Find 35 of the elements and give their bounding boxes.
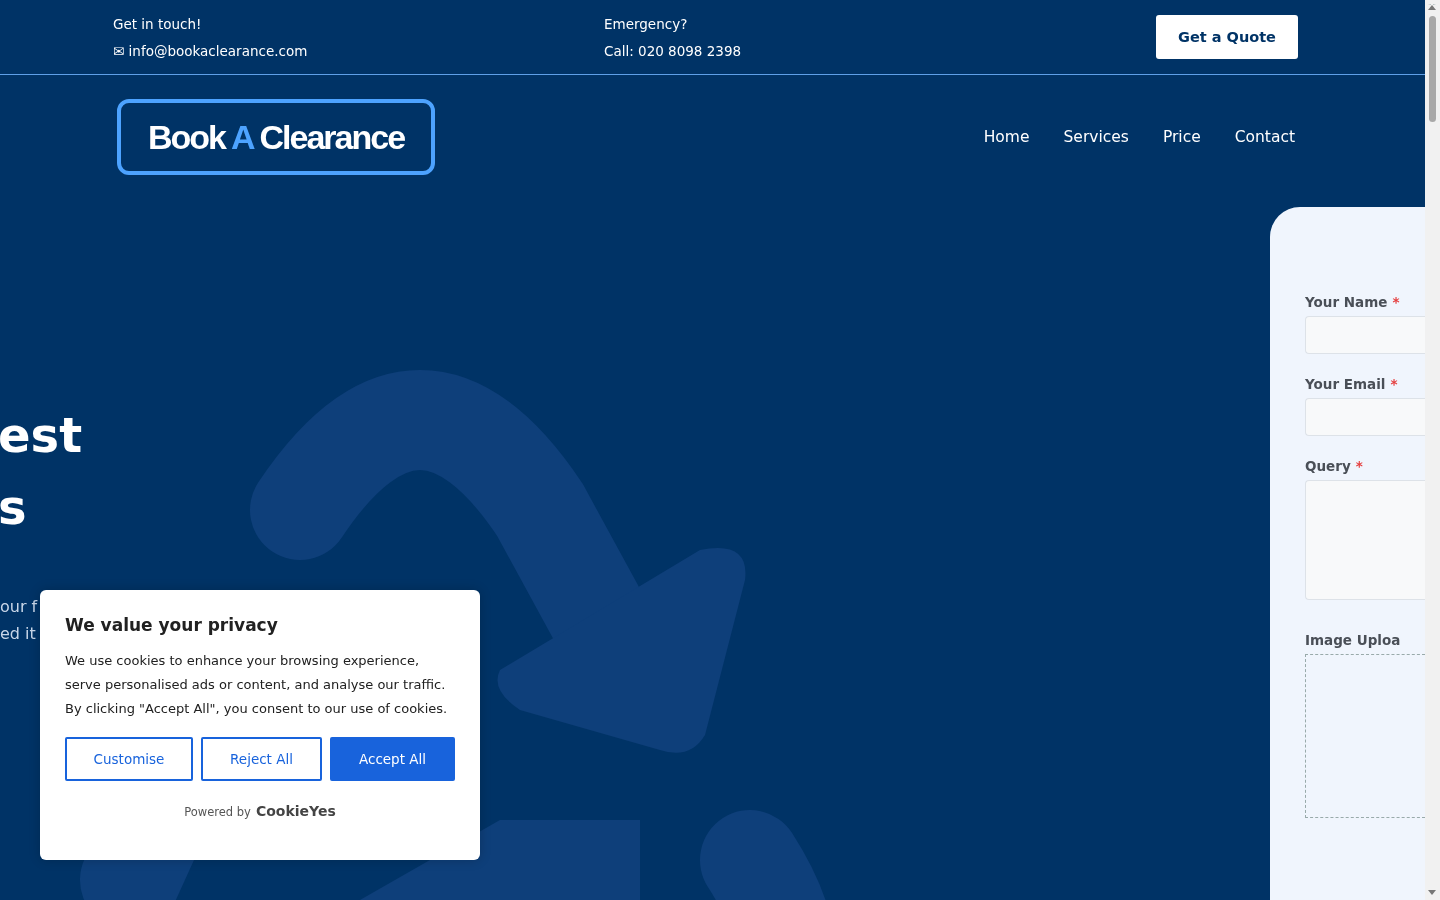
cookie-button[interactable]: Customise bbox=[65, 737, 193, 781]
hero-text: ed it bbox=[0, 623, 36, 645]
nav-link[interactable]: Home bbox=[983, 128, 1030, 146]
scroll-up-icon[interactable] bbox=[1428, 4, 1436, 10]
nav-link[interactable]: Contact bbox=[1234, 128, 1295, 146]
dialog-title: We value your privacy bbox=[65, 615, 279, 635]
accept-button[interactable]: Accept All bbox=[330, 737, 455, 781]
field-label: Query * bbox=[1305, 458, 1364, 476]
scroll-thumb[interactable] bbox=[1429, 16, 1436, 122]
cookie-button[interactable]: Reject All bbox=[201, 737, 322, 781]
brand-logo[interactable]: CookieYes bbox=[255, 803, 336, 819]
required-mark: * bbox=[1355, 458, 1363, 474]
query-textarea[interactable] bbox=[1305, 480, 1425, 600]
field-label: Image Uploa bbox=[1305, 632, 1402, 650]
powered-by-text: Powered by bbox=[184, 805, 251, 819]
logo[interactable]: Book A Clearance bbox=[117, 99, 435, 175]
field-label: Your Name * bbox=[1305, 294, 1401, 312]
input-field[interactable] bbox=[1305, 316, 1425, 354]
quote-button[interactable]: Get a Quote bbox=[1156, 15, 1298, 59]
input-field[interactable] bbox=[1305, 398, 1425, 436]
nav-link[interactable]: Services bbox=[1063, 128, 1129, 146]
required-mark: * bbox=[1390, 376, 1398, 392]
required-mark: * bbox=[1392, 294, 1400, 310]
dialog-text: We use cookies to enhance your browsing experience, serve personalised ads or content, and analyse our traffic. By clicking "Accept All", you consent to our use of cookies. bbox=[65, 652, 449, 718]
scroll-down-icon[interactable] bbox=[1428, 890, 1436, 895]
contact-heading: Get in touch! bbox=[113, 14, 203, 34]
hero-text: our f bbox=[0, 596, 38, 618]
email-link[interactable]: ✉ info@bookaclearance.com bbox=[113, 40, 604, 61]
nav-link[interactable]: Price bbox=[1162, 128, 1201, 146]
hero-heading: s bbox=[0, 478, 27, 537]
scrollbar[interactable] bbox=[1425, 0, 1440, 900]
field-label: Your Email * bbox=[1305, 376, 1399, 394]
hero-heading: est bbox=[0, 406, 83, 465]
phone-number[interactable]: Call: 020 8098 2398 bbox=[604, 40, 1095, 61]
emergency-heading: Emergency? bbox=[604, 14, 689, 34]
